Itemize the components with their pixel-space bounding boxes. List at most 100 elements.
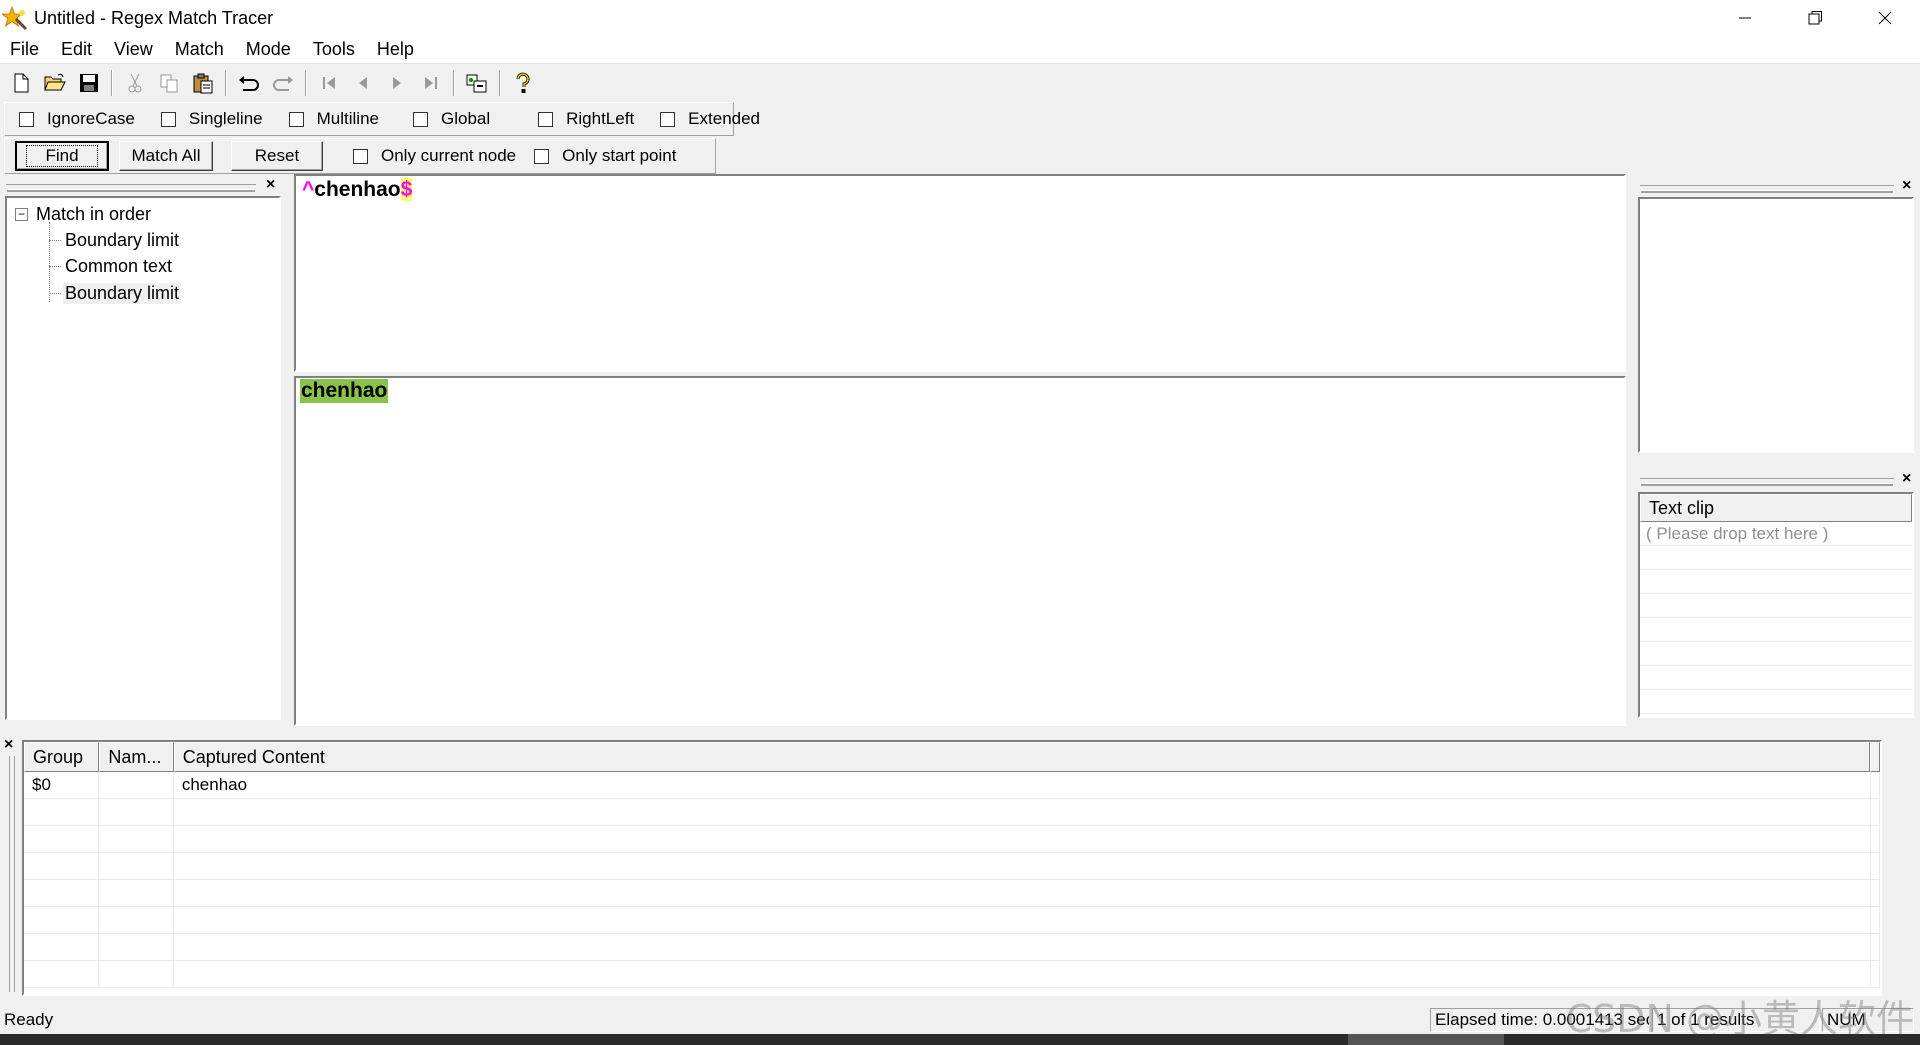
first-icon (323, 77, 335, 89)
close-window-button[interactable] (1850, 0, 1920, 36)
next-button[interactable] (380, 67, 414, 99)
undo-icon (239, 76, 259, 91)
tree-node-boundary-limit[interactable]: Boundary limit (63, 230, 181, 251)
new-file-icon (14, 73, 29, 93)
checkbox-box[interactable] (538, 111, 554, 127)
window-title: Untitled - Regex Match Tracer (34, 7, 274, 28)
menu-file[interactable]: File (0, 39, 50, 60)
table-row (24, 799, 1880, 826)
toolbar-separator (305, 70, 307, 96)
column-header-captured-content[interactable]: Captured Content (173, 742, 1870, 772)
new-button[interactable] (4, 67, 38, 99)
insert-button[interactable] (460, 67, 494, 99)
cell-group: $0 (24, 772, 100, 798)
menu-edit[interactable]: Edit (50, 39, 103, 60)
right-top-panel-header: × (1640, 177, 1916, 195)
copy-icon (160, 74, 178, 93)
cell-filler (1871, 772, 1880, 798)
minimize-button[interactable] (1710, 0, 1780, 36)
text-clip-panel-header: × (1640, 470, 1916, 488)
copy-button[interactable] (152, 67, 186, 99)
table-row (24, 853, 1880, 880)
only-current-node-label: Only current node (381, 146, 517, 165)
open-button[interactable] (38, 67, 72, 99)
tree-node-common-text[interactable]: Common text (63, 256, 174, 277)
only-current-node-checkbox[interactable]: Only current node (353, 146, 516, 166)
tree-root-label: Match in order (36, 204, 152, 224)
checkbox-box[interactable] (19, 111, 34, 127)
only-start-point-checkbox[interactable]: Only start point (534, 146, 676, 166)
column-header-name[interactable]: Nam... (99, 742, 174, 772)
menu-view[interactable]: View (103, 39, 164, 60)
next-icon (393, 77, 401, 89)
checkbox-box[interactable] (160, 111, 176, 127)
last-button[interactable] (414, 67, 448, 99)
results-header-row: Group Nam... Captured Content (24, 742, 1880, 772)
regex-expression: ^chenhao$ (302, 178, 413, 202)
checkbox-box[interactable] (534, 148, 550, 164)
menu-help[interactable]: Help (366, 39, 425, 60)
checkbox-box[interactable] (660, 111, 676, 127)
panel-grip[interactable] (1640, 185, 1894, 191)
close-tree-panel-icon[interactable]: × (266, 176, 275, 194)
find-button[interactable]: Find (15, 141, 109, 171)
title-bar: Untitled - Regex Match Tracer (0, 0, 1920, 36)
checkbox-box[interactable] (288, 111, 304, 127)
extended-checkbox[interactable]: Extended (660, 109, 760, 129)
menu-tools[interactable]: Tools (302, 39, 366, 60)
toolbar-separator (453, 70, 455, 96)
table-row[interactable]: $0 chenhao (24, 772, 1880, 799)
multiline-checkbox[interactable]: Multiline (288, 109, 379, 129)
rightleft-checkbox[interactable]: RightLeft (538, 109, 634, 129)
first-button[interactable] (312, 67, 346, 99)
redo-icon (273, 76, 293, 91)
panel-grip[interactable] (1640, 478, 1894, 484)
tree-connector (49, 222, 50, 302)
checkbox-box[interactable] (353, 148, 368, 164)
global-checkbox[interactable]: Global (412, 109, 490, 129)
singleline-checkbox[interactable]: Singleline (160, 109, 263, 129)
match-all-button[interactable]: Match All (119, 141, 213, 171)
tree-root-node[interactable]: − Match in order (15, 204, 151, 225)
ignorecase-checkbox[interactable]: IgnoreCase (19, 109, 135, 129)
regex-dollar: $ (400, 178, 413, 201)
tree-node-boundary-limit[interactable]: Boundary limit (63, 283, 182, 304)
find-label: Find (26, 145, 98, 167)
paste-button[interactable] (186, 67, 220, 99)
previous-button[interactable] (346, 67, 380, 99)
checkbox-box[interactable] (412, 111, 428, 127)
cell-captured-content: chenhao (174, 772, 1871, 798)
menu-mode[interactable]: Mode (235, 39, 302, 60)
collapse-icon[interactable]: − (15, 208, 28, 221)
help-button[interactable] (506, 67, 540, 99)
panel-grip[interactable] (9, 756, 15, 992)
regex-body: chenhao (314, 178, 401, 201)
restore-icon (1808, 11, 1822, 25)
regex-options-bar: IgnoreCase Singleline Multiline Global R… (4, 102, 760, 136)
text-clip-placeholder[interactable]: ( Please drop text here ) (1640, 522, 1912, 546)
menu-match[interactable]: Match (164, 39, 235, 60)
list-item (1640, 618, 1912, 642)
open-folder-icon (44, 73, 66, 91)
info-panel (1638, 197, 1914, 453)
restore-button[interactable] (1780, 0, 1850, 36)
table-row (24, 880, 1880, 907)
subject-text-editor[interactable]: chenhao (294, 376, 1626, 726)
close-text-clip-panel-icon[interactable]: × (1902, 470, 1911, 488)
text-clip-header[interactable]: Text clip (1640, 494, 1912, 522)
panel-grip[interactable] (6, 184, 256, 190)
status-ready-text: Ready (4, 1010, 54, 1029)
column-header-group[interactable]: Group (24, 742, 100, 772)
list-item (1640, 546, 1912, 570)
insert-icon (466, 74, 487, 93)
table-row (24, 826, 1880, 853)
regex-editor[interactable]: ^chenhao$ (294, 174, 1626, 372)
close-results-panel-icon[interactable]: × (4, 736, 13, 754)
reset-button[interactable]: Reset (231, 141, 323, 171)
close-right-top-panel-icon[interactable]: × (1902, 177, 1911, 195)
cut-button[interactable] (118, 67, 152, 99)
multiline-label: Multiline (316, 109, 379, 128)
save-button[interactable] (72, 67, 106, 99)
undo-button[interactable] (232, 67, 266, 99)
redo-button[interactable] (266, 67, 300, 99)
